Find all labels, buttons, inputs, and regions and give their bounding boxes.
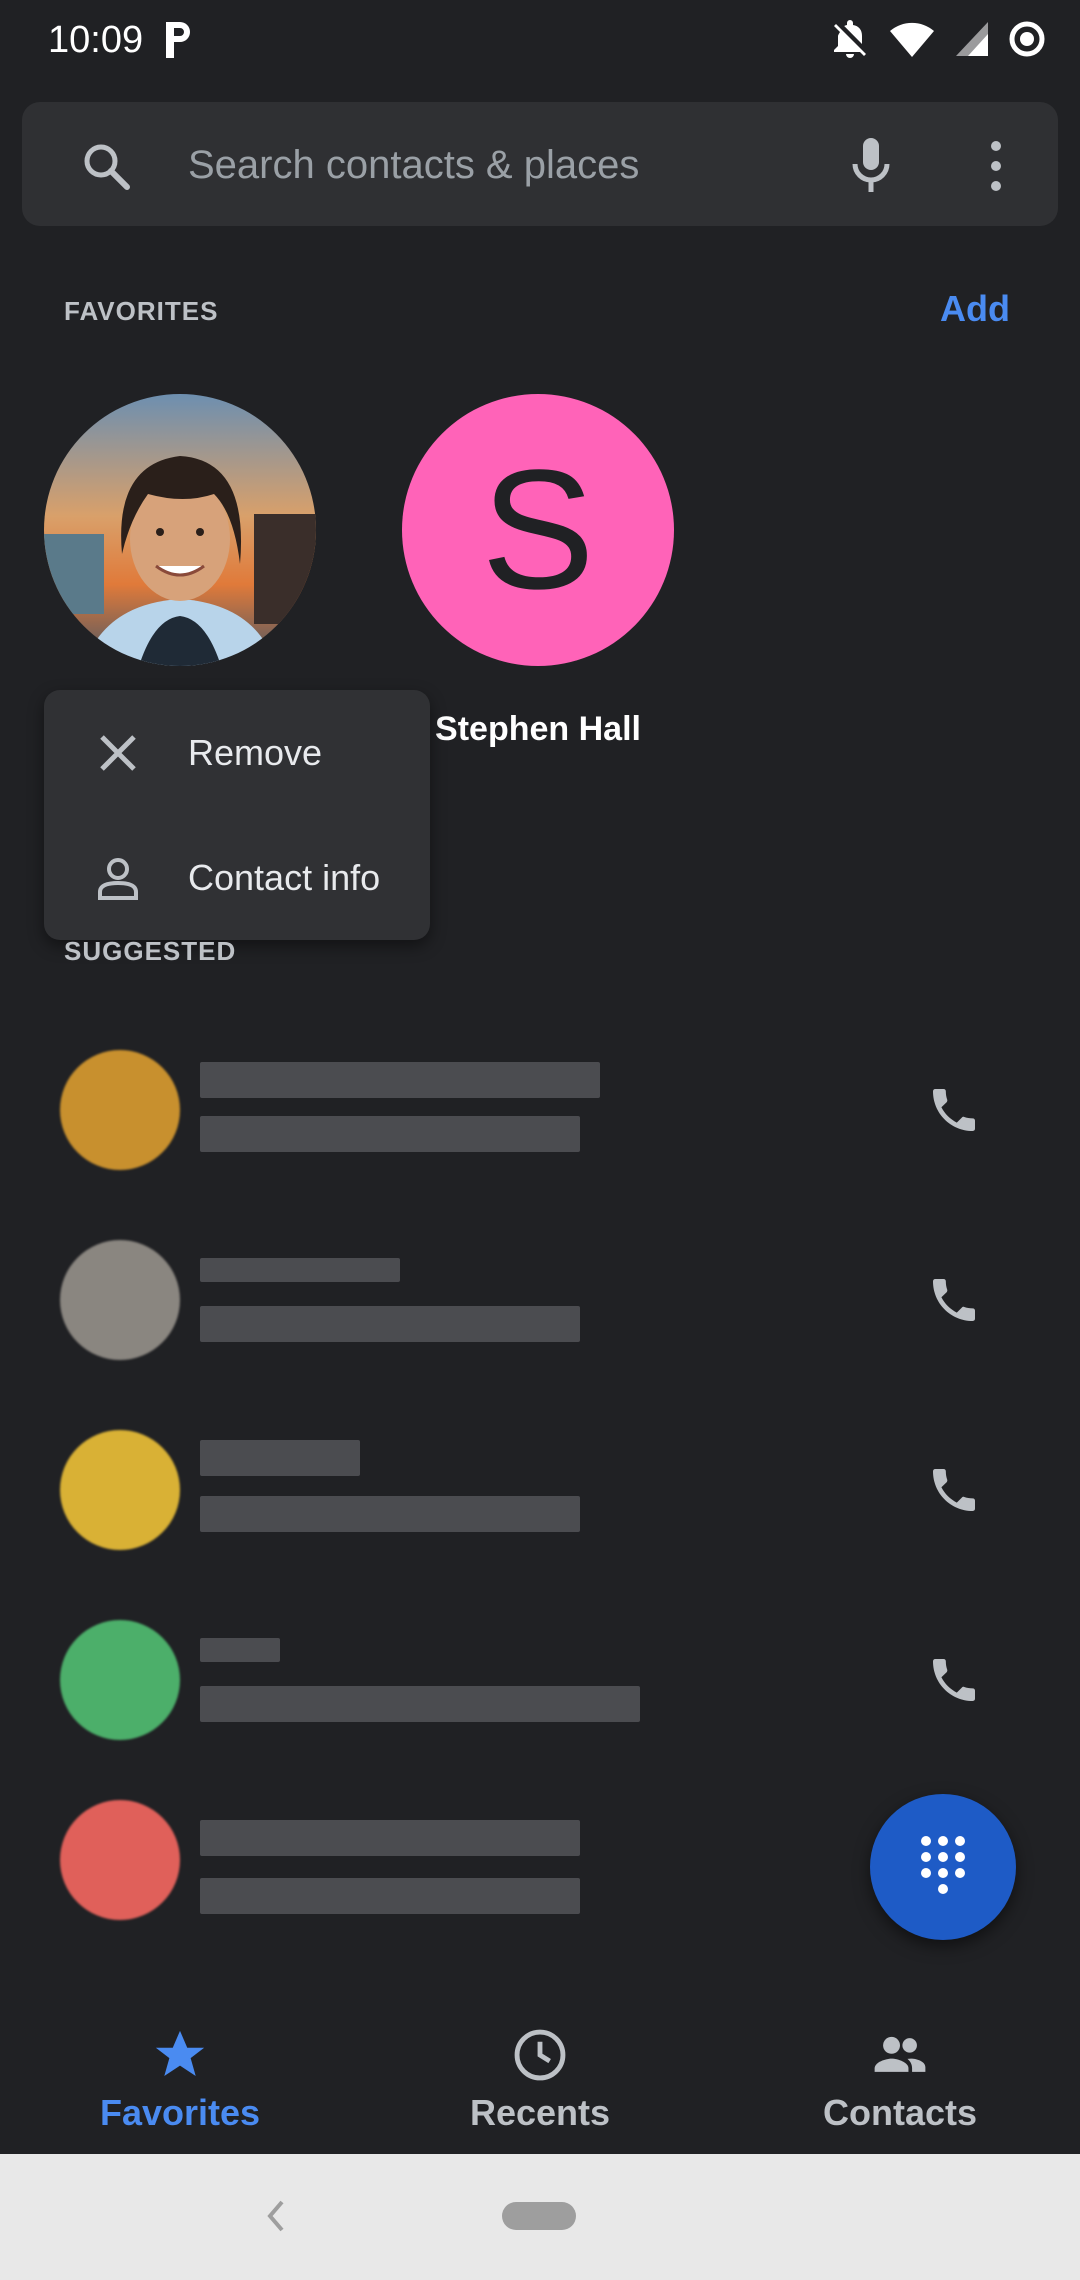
favorite-contact-name[interactable]: Stephen Hall bbox=[402, 710, 674, 749]
star-icon bbox=[151, 2026, 209, 2084]
notifications-off-icon bbox=[830, 18, 870, 65]
list-item[interactable] bbox=[0, 1030, 1080, 1190]
wifi-icon bbox=[888, 19, 936, 64]
avatar bbox=[60, 1800, 180, 1920]
back-icon[interactable] bbox=[262, 2196, 288, 2236]
redacted-text bbox=[200, 1686, 640, 1722]
favorites-header: FAVORITES bbox=[64, 296, 219, 326]
redacted-text bbox=[200, 1440, 360, 1476]
nav-label: Recents bbox=[469, 2092, 611, 2133]
menu-item-label: Contact info bbox=[188, 856, 381, 898]
home-pill[interactable] bbox=[502, 2202, 576, 2230]
parking-icon bbox=[160, 18, 196, 62]
redacted-text bbox=[200, 1820, 580, 1856]
avatar bbox=[60, 1430, 180, 1550]
avatar bbox=[60, 1620, 180, 1740]
bottom-navigation: Favorites Recents Contacts bbox=[0, 2000, 1080, 2154]
close-icon bbox=[94, 729, 142, 777]
status-time: 10:09 bbox=[48, 19, 144, 61]
mic-icon[interactable] bbox=[850, 136, 892, 196]
redacted-text bbox=[200, 1062, 600, 1098]
clock-icon bbox=[511, 2026, 569, 2084]
list-item[interactable] bbox=[0, 1600, 1080, 1760]
dialpad-icon bbox=[918, 1834, 968, 1901]
menu-item-remove[interactable]: Remove bbox=[44, 690, 430, 815]
nav-label: Contacts bbox=[822, 2092, 978, 2133]
redacted-text bbox=[200, 1878, 580, 1914]
status-icons bbox=[830, 18, 1046, 65]
favorite-contact-avatar[interactable]: S bbox=[402, 394, 674, 666]
redacted-text bbox=[200, 1116, 580, 1152]
redacted-text bbox=[200, 1306, 580, 1342]
people-icon bbox=[871, 2026, 929, 2084]
record-icon bbox=[1008, 20, 1046, 63]
favorite-context-menu: Remove Contact info bbox=[44, 690, 430, 940]
menu-item-contact-info[interactable]: Contact info bbox=[44, 815, 430, 940]
call-icon[interactable] bbox=[926, 1082, 982, 1138]
person-icon bbox=[94, 854, 142, 902]
menu-item-label: Remove bbox=[188, 731, 323, 773]
avatar bbox=[60, 1050, 180, 1170]
redacted-text bbox=[200, 1638, 280, 1662]
nav-recents[interactable]: Recents bbox=[360, 2000, 720, 2154]
search-icon[interactable] bbox=[80, 140, 132, 192]
add-favorite-button[interactable]: Add bbox=[940, 288, 1010, 330]
redacted-text bbox=[200, 1496, 580, 1532]
avatar bbox=[60, 1240, 180, 1360]
list-item[interactable] bbox=[0, 1410, 1080, 1570]
more-vert-icon[interactable] bbox=[984, 138, 1008, 194]
nav-contacts[interactable]: Contacts bbox=[720, 2000, 1080, 2154]
suggested-header: SUGGESTED bbox=[64, 936, 237, 966]
nav-favorites[interactable]: Favorites bbox=[0, 2000, 360, 2154]
call-icon[interactable] bbox=[926, 1272, 982, 1328]
favorite-contact-photo[interactable] bbox=[44, 394, 316, 666]
list-item[interactable] bbox=[0, 1220, 1080, 1380]
nav-label: Favorites bbox=[99, 2092, 261, 2133]
redacted-text bbox=[200, 1258, 400, 1282]
dialpad-button[interactable] bbox=[870, 1794, 1016, 1940]
signal-icon bbox=[954, 20, 990, 63]
call-icon[interactable] bbox=[926, 1652, 982, 1708]
call-icon[interactable] bbox=[926, 1462, 982, 1518]
search-input[interactable]: Search contacts & places bbox=[188, 140, 639, 190]
